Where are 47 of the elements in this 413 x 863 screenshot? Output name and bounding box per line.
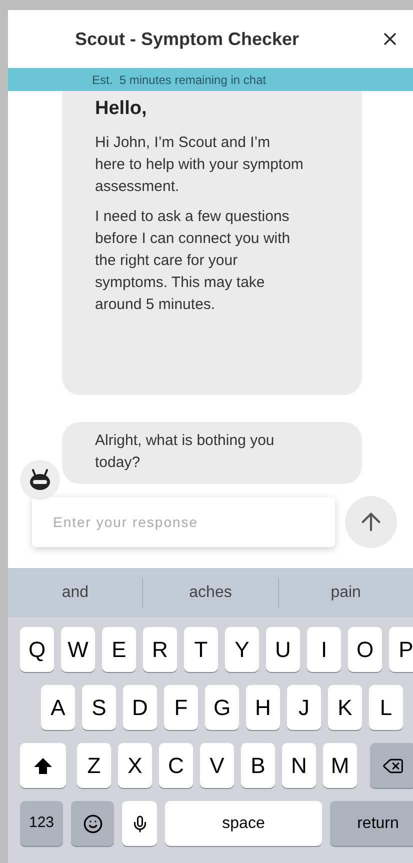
- message-text: Hi John, I’m Scout and I’m here to help with your symptom assessment.: [95, 132, 304, 196]
- window-title: Scout - Symptom Checker: [75, 28, 300, 51]
- keyboard-key[interactable]: M: [323, 743, 357, 788]
- keyboard-key[interactable]: D: [123, 685, 157, 730]
- suggestion-item[interactable]: pain: [278, 568, 413, 617]
- response-input[interactable]: Enter your response: [32, 497, 335, 547]
- keyboard-key[interactable]: T: [184, 627, 218, 672]
- keyboard-key[interactable]: W: [61, 627, 95, 672]
- keyboard-key[interactable]: P: [389, 627, 413, 672]
- keyboard-key[interactable]: K: [328, 685, 362, 730]
- space-key[interactable]: space: [165, 801, 322, 846]
- keyboard-key[interactable]: Z: [77, 743, 111, 788]
- emoji-key[interactable]: [71, 801, 114, 846]
- keyboard-key[interactable]: N: [282, 743, 316, 788]
- keyboard-key[interactable]: F: [164, 685, 198, 730]
- keyboard-key[interactable]: X: [118, 743, 152, 788]
- keyboard-key[interactable]: E: [102, 627, 136, 672]
- keyboard-key[interactable]: V: [200, 743, 234, 788]
- keyboard-key[interactable]: J: [287, 685, 321, 730]
- keyboard-key[interactable]: B: [241, 743, 275, 788]
- greeting-heading: Hello,: [95, 97, 148, 121]
- keyboard-key[interactable]: L: [369, 685, 403, 730]
- backspace-key[interactable]: [370, 743, 413, 788]
- emoji-icon: [82, 814, 102, 834]
- message-text: Alright, what is bothing you today?: [95, 431, 276, 473]
- keyboard-key[interactable]: A: [41, 685, 75, 730]
- time-banner: Est. 5 minutes remaining in chat: [8, 68, 413, 91]
- shift-key[interactable]: [20, 743, 66, 788]
- keyboard-key[interactable]: H: [246, 685, 280, 730]
- send-button[interactable]: [345, 496, 397, 548]
- keyboard-key[interactable]: Y: [225, 627, 259, 672]
- keyboard-key[interactable]: R: [143, 627, 177, 672]
- microphone-key[interactable]: [122, 801, 157, 846]
- keyboard-key[interactable]: O: [348, 627, 382, 672]
- keyboard-key[interactable]: U: [266, 627, 300, 672]
- suggestion-item[interactable]: aches: [143, 568, 278, 617]
- suggestion-item[interactable]: and: [8, 568, 142, 617]
- robot-icon: [28, 469, 52, 491]
- return-key[interactable]: return: [330, 801, 413, 846]
- keyboard-key[interactable]: G: [205, 685, 239, 730]
- keyboard-key[interactable]: Q: [20, 627, 54, 672]
- numbers-key[interactable]: 123: [20, 801, 63, 846]
- shift-icon: [33, 756, 53, 774]
- keyboard-key[interactable]: S: [82, 685, 116, 730]
- keyboard-key[interactable]: I: [307, 627, 341, 672]
- message-text: I need to ask a few questions before I can connect you with the right care for your symptoms. This may take around 5 minutes.: [95, 206, 292, 314]
- keyboard-key[interactable]: C: [159, 743, 193, 788]
